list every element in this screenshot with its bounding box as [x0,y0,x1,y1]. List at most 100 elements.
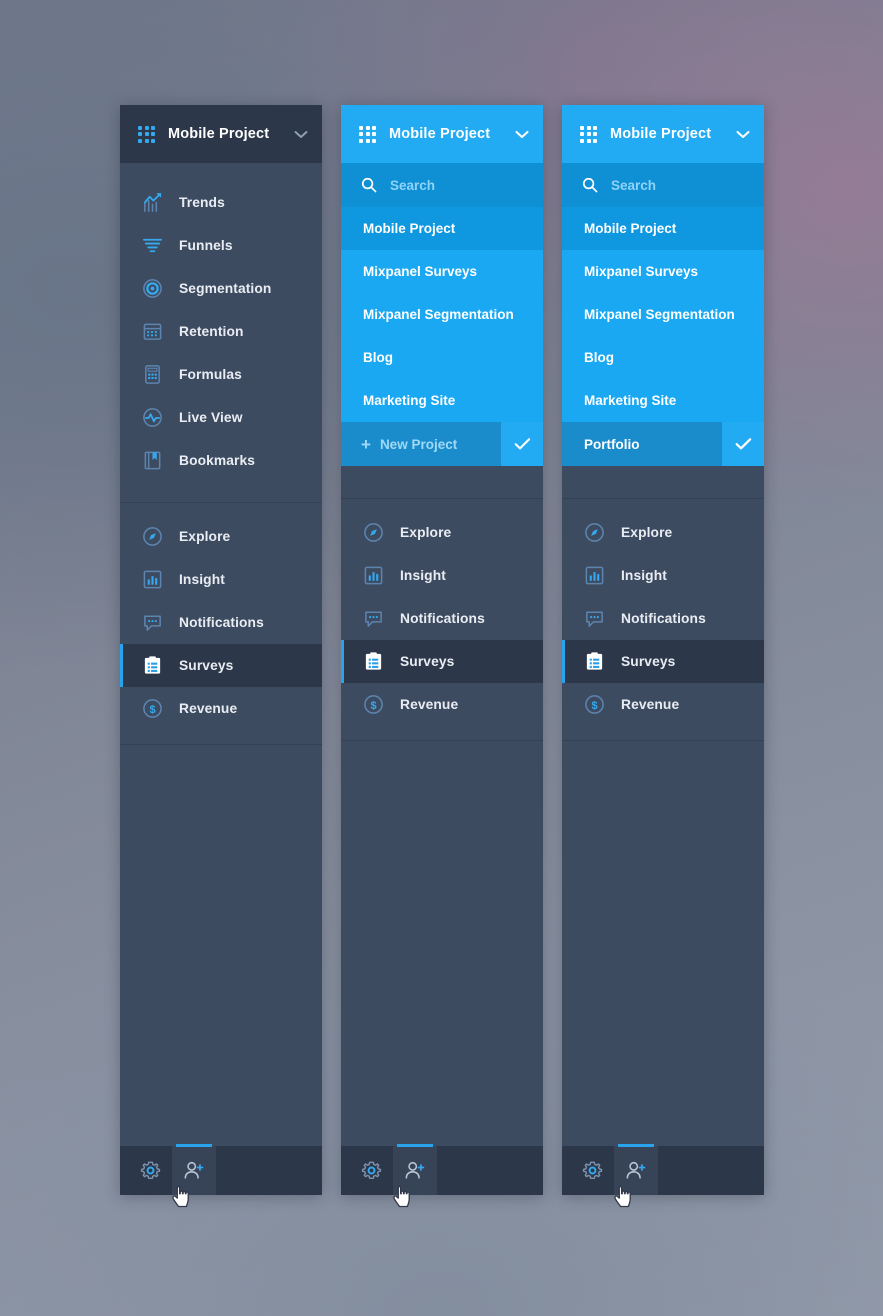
project-title: Mobile Project [610,126,712,142]
pulse-circle-icon [143,408,162,427]
confirm-new-project-button[interactable] [722,422,764,466]
project-header[interactable]: Mobile Project [341,105,543,163]
dropdown-item-blog[interactable]: Blog [341,336,543,379]
nav-item-revenue[interactable]: $ Revenue [120,687,322,730]
chevron-down-icon[interactable] [294,130,308,139]
new-project-row[interactable]: + New Project [341,422,543,466]
nav-label: Notifications [400,611,485,626]
clipboard-icon [586,652,603,670]
dropdown-item-mixpanel-segmentation[interactable]: Mixpanel Segmentation [341,293,543,336]
new-project-row[interactable]: Portfolio [562,422,764,466]
secondary-nav: Explore Insight Notifications Surveys $ … [562,499,764,740]
secondary-nav: Explore Insight Notifications Surveys $ … [341,499,543,740]
new-project-input[interactable]: + New Project [341,422,501,466]
nav-label: Retention [179,324,244,339]
nav-item-explore[interactable]: Explore [562,511,764,554]
project-search-field[interactable]: Search [341,163,543,207]
nav-item-segmentation[interactable]: Segmentation [120,267,322,310]
dropdown-item-mixpanel-segmentation[interactable]: Mixpanel Segmentation [562,293,764,336]
nav-item-live-view[interactable]: Live View [120,396,322,439]
chevron-down-icon[interactable] [736,130,750,139]
dropdown-item-mobile-project[interactable]: Mobile Project [562,207,764,250]
add-user-button[interactable] [614,1144,658,1195]
nav-item-revenue[interactable]: $ Revenue [341,683,543,726]
dropdown-item-label: Blog [363,350,393,365]
nav-item-notifications[interactable]: Notifications [341,597,543,640]
project-title: Mobile Project [389,126,491,142]
calendar-icon [143,323,162,340]
nav-item-funnels[interactable]: Funnels [120,224,322,267]
sidebar-panel-dropdown-open: Mobile Project Search Mobile Project Mix… [341,105,543,1195]
new-project-placeholder: New Project [379,436,458,452]
nav-label: Formulas [179,367,242,382]
dollar-circle-icon: $ [364,695,383,714]
clipboard-icon [365,652,382,670]
add-user-button[interactable] [172,1144,216,1195]
project-dropdown: Search Mobile Project Mixpanel Surveys M… [341,163,543,498]
chevron-down-icon[interactable] [515,130,529,139]
nav-label: Explore [179,529,231,544]
nav-item-retention[interactable]: Retention [120,310,322,353]
nav-item-surveys[interactable]: Surveys [562,640,764,683]
nav-item-bookmarks[interactable]: Bookmarks [120,439,322,482]
bottom-toolbar [341,1144,543,1195]
svg-text:$: $ [370,700,376,712]
nav-label: Trends [179,195,225,210]
settings-button[interactable] [349,1146,393,1195]
nav-item-revenue[interactable]: $ Revenue [562,683,764,726]
screen: Mobile Project Trends Funnels Segmentati… [0,0,883,1316]
nav-label: Revenue [400,697,459,712]
compass-icon [364,523,383,542]
nav-divider-bottom [562,740,764,741]
nav-item-insight[interactable]: Insight [341,554,543,597]
nav-label: Insight [179,572,225,587]
check-icon [514,438,530,450]
grid-icon [580,125,597,143]
project-search-field[interactable]: Search [562,163,764,207]
settings-button[interactable] [128,1146,172,1195]
nav-item-insight[interactable]: Insight [120,558,322,601]
nav-label: Revenue [621,697,680,712]
calculator-icon [145,365,160,384]
new-project-input[interactable]: Portfolio [562,422,722,466]
speech-bubble-icon [586,611,603,627]
nav-item-insight[interactable]: Insight [562,554,764,597]
nav-item-notifications[interactable]: Notifications [120,601,322,644]
add-user-button[interactable] [393,1144,437,1195]
nav-label: Explore [621,525,673,540]
dropdown-item-marketing-site[interactable]: Marketing Site [562,379,764,422]
search-icon [582,177,598,193]
nav-item-surveys[interactable]: Surveys [120,644,322,687]
nav-label: Bookmarks [179,453,256,468]
dropdown-item-label: Mixpanel Segmentation [584,307,735,322]
nav-item-formulas[interactable]: Formulas [120,353,322,396]
nav-item-explore[interactable]: Explore [120,515,322,558]
bar-chart-icon [143,570,162,589]
nav-label: Live View [179,410,243,425]
nav-item-notifications[interactable]: Notifications [562,597,764,640]
gear-icon [361,1161,381,1180]
nav-label: Explore [400,525,452,540]
nav-item-explore[interactable]: Explore [341,511,543,554]
nav-label: Surveys [621,654,676,669]
trends-chart-icon [143,192,162,212]
add-user-icon [405,1161,425,1179]
nav-item-surveys[interactable]: Surveys [341,640,543,683]
sidebar-panel-new-project-named: Mobile Project Search Mobile Project Mix… [562,105,764,1195]
dropdown-item-label: Mobile Project [363,221,456,236]
confirm-new-project-button[interactable] [501,422,543,466]
project-header[interactable]: Mobile Project [120,105,322,163]
nav-item-trends[interactable]: Trends [120,181,322,224]
search-icon [361,177,377,193]
dropdown-item-blog[interactable]: Blog [562,336,764,379]
dollar-circle-icon: $ [143,699,162,718]
nav-label: Funnels [179,238,233,253]
dropdown-item-mixpanel-surveys[interactable]: Mixpanel Surveys [562,250,764,293]
dropdown-item-mobile-project[interactable]: Mobile Project [341,207,543,250]
bookmark-icon [144,451,161,470]
dropdown-item-mixpanel-surveys[interactable]: Mixpanel Surveys [341,250,543,293]
settings-button[interactable] [570,1146,614,1195]
dropdown-item-marketing-site[interactable]: Marketing Site [341,379,543,422]
check-icon [735,438,751,450]
project-header[interactable]: Mobile Project [562,105,764,163]
